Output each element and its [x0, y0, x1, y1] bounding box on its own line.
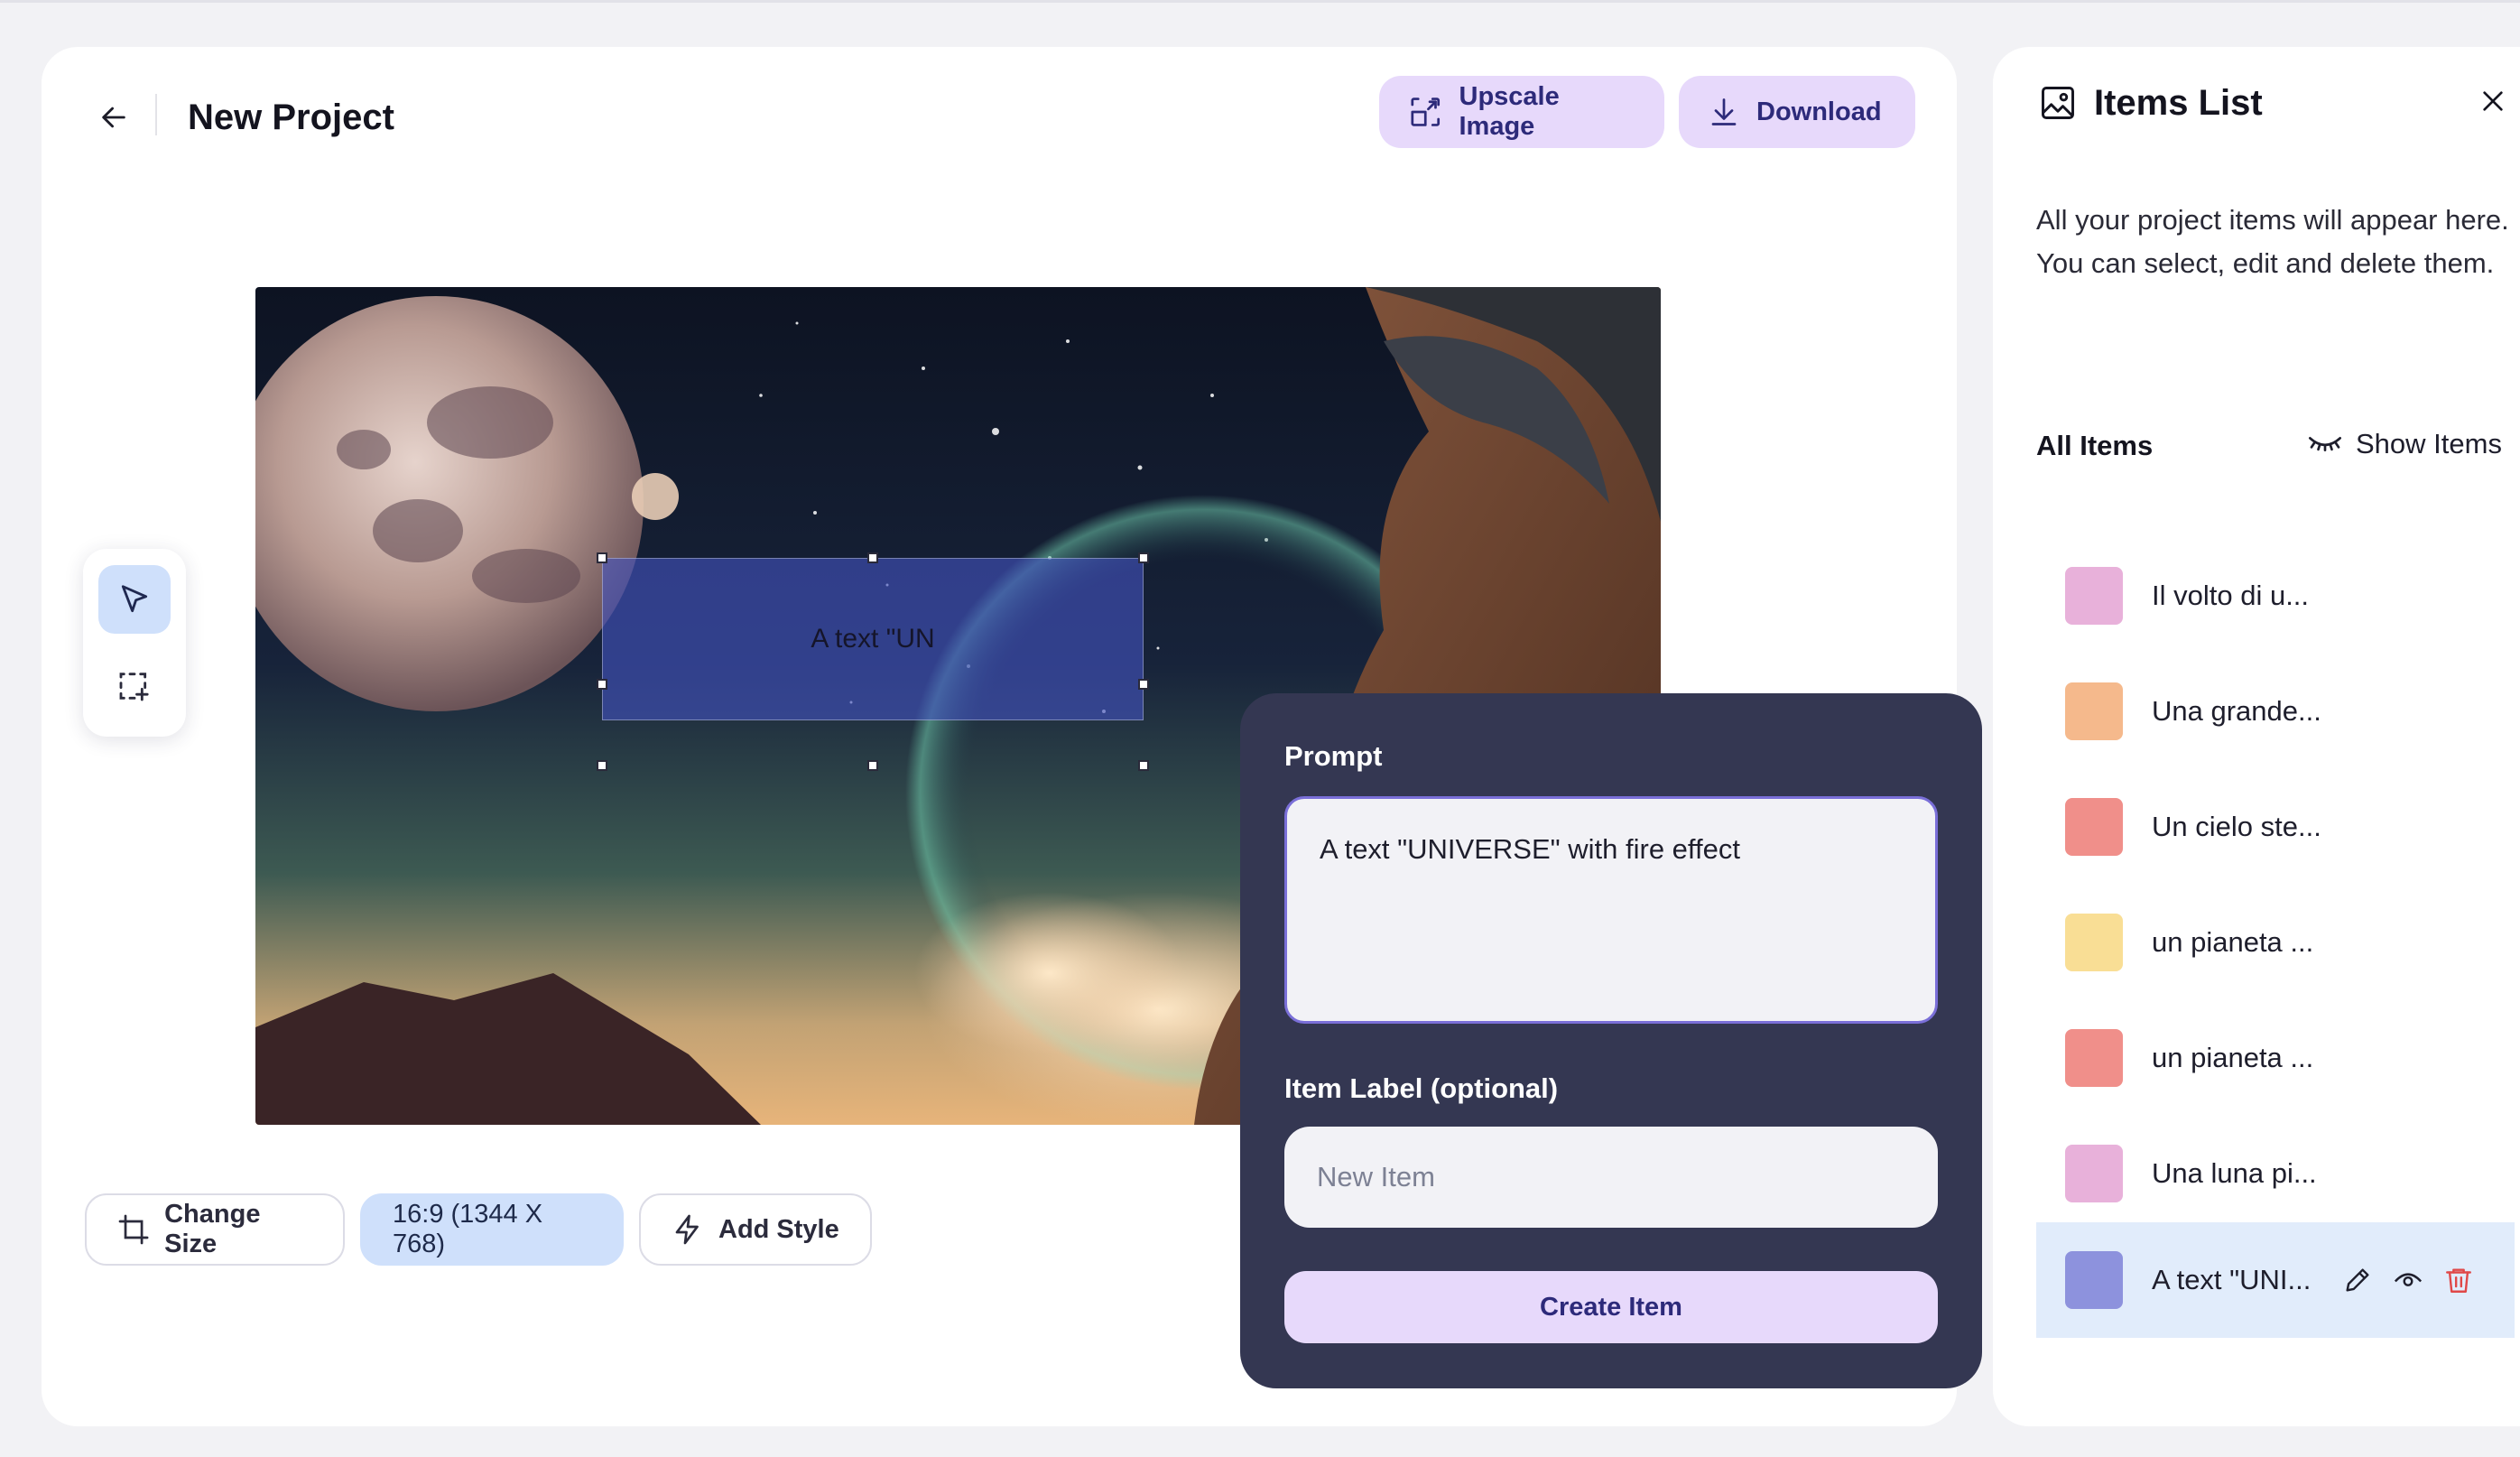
pencil-icon — [2346, 1268, 2369, 1292]
show-items-toggle[interactable]: Show Items — [2307, 424, 2502, 464]
resize-handle-bottom-right[interactable] — [1138, 760, 1149, 771]
eye-closed-icon — [2309, 437, 2341, 451]
download-icon — [1711, 98, 1737, 125]
resize-handle-top-left[interactable] — [597, 552, 607, 563]
list-item[interactable]: Il volto di u... — [2036, 542, 2515, 650]
upscale-image-label: Upscale Image — [1459, 82, 1560, 141]
items-list-description: All your project items will appear here.… — [2036, 204, 2509, 279]
add-style-button[interactable]: Add Style — [639, 1193, 872, 1266]
selected-text-preview: A text "UN — [811, 624, 935, 654]
prompt-label: Prompt — [1284, 740, 1383, 772]
arrow-left-icon — [102, 107, 125, 128]
item-color-swatch — [2065, 567, 2123, 625]
items-list-sidebar: Items List All your project items will a… — [1993, 47, 2520, 1426]
show-items-label: Show Items — [2356, 428, 2502, 459]
item-color-swatch — [2065, 914, 2123, 971]
list-item-selected[interactable]: A text "UNI... — [2036, 1222, 2515, 1338]
add-area-tool-button[interactable] — [98, 652, 171, 720]
aspect-ratio-button[interactable]: 16:9 (1344 X 768) — [360, 1193, 624, 1266]
item-label: Una luna pi... — [2152, 1157, 2317, 1189]
prompt-textarea[interactable] — [1284, 796, 1938, 1024]
header-divider — [155, 94, 157, 135]
resize-handle-bottom-left[interactable] — [597, 760, 607, 771]
change-size-label: Change Size — [164, 1200, 261, 1258]
item-label: un pianeta ... — [2152, 926, 2314, 958]
item-label: un pianeta ... — [2152, 1042, 2314, 1073]
selected-text-item[interactable]: A text "UN — [602, 558, 1144, 720]
eye-icon — [2394, 1273, 2423, 1286]
item-label: Una grande... — [2152, 695, 2321, 727]
page-title: New Project — [188, 97, 394, 137]
image-icon — [2042, 87, 2074, 119]
create-item-button[interactable]: Create Item — [1284, 1271, 1938, 1343]
list-item[interactable]: un pianeta ... — [2036, 888, 2515, 997]
download-label: Download — [1756, 97, 1882, 126]
item-label-input[interactable] — [1284, 1127, 1938, 1228]
cursor-pointer-icon — [121, 585, 148, 613]
aspect-ratio-label: 16:9 (1344 X 768) — [393, 1200, 543, 1258]
crop-icon — [118, 1214, 149, 1245]
add-style-label: Add Style — [718, 1214, 839, 1244]
tool-palette — [83, 549, 186, 737]
lightning-icon — [675, 1214, 699, 1245]
item-color-swatch — [2065, 1029, 2123, 1087]
close-sidebar-button[interactable] — [2473, 81, 2513, 121]
trash-icon — [2446, 1268, 2471, 1293]
edit-item-button[interactable] — [2339, 1262, 2376, 1298]
resize-handle-left[interactable] — [597, 679, 607, 690]
delete-item-button[interactable] — [2441, 1262, 2477, 1298]
select-tool-button[interactable] — [98, 565, 171, 634]
list-item[interactable]: Un cielo ste... — [2036, 773, 2515, 881]
resize-handle-top[interactable] — [867, 552, 878, 563]
item-label: Il volto di u... — [2152, 580, 2310, 611]
upscale-image-button[interactable]: Upscale Image — [1379, 76, 1664, 148]
toggle-visibility-button[interactable] — [2390, 1262, 2426, 1298]
resize-handle-top-right[interactable] — [1138, 552, 1149, 563]
resize-handle-right[interactable] — [1138, 679, 1149, 690]
list-item[interactable]: un pianeta ... — [2036, 1004, 2515, 1112]
list-item[interactable]: Una luna pi... — [2036, 1119, 2515, 1228]
item-color-swatch — [2065, 682, 2123, 740]
prompt-panel: Prompt Item Label (optional) Create Item — [1240, 693, 1982, 1388]
item-label: A text "UNI... — [2152, 1264, 2312, 1295]
item-color-swatch — [2065, 1145, 2123, 1202]
change-size-button[interactable]: Change Size — [85, 1193, 345, 1266]
item-color-swatch — [2065, 1251, 2123, 1309]
item-color-swatch — [2065, 798, 2123, 856]
items-list-title: Items List — [2094, 83, 2263, 123]
close-icon — [2483, 91, 2503, 111]
all-items-heading: All Items — [2036, 430, 2154, 461]
back-button[interactable] — [87, 90, 141, 144]
item-label-label: Item Label (optional) — [1284, 1072, 1559, 1104]
upscale-icon — [1411, 97, 1441, 126]
item-label: Un cielo ste... — [2152, 811, 2321, 842]
download-button[interactable]: Download — [1679, 76, 1915, 148]
list-item[interactable]: Una grande... — [2036, 657, 2515, 766]
top-border — [0, 0, 2520, 3]
dashed-select-add-icon — [119, 673, 149, 701]
resize-handle-bottom[interactable] — [867, 760, 878, 771]
